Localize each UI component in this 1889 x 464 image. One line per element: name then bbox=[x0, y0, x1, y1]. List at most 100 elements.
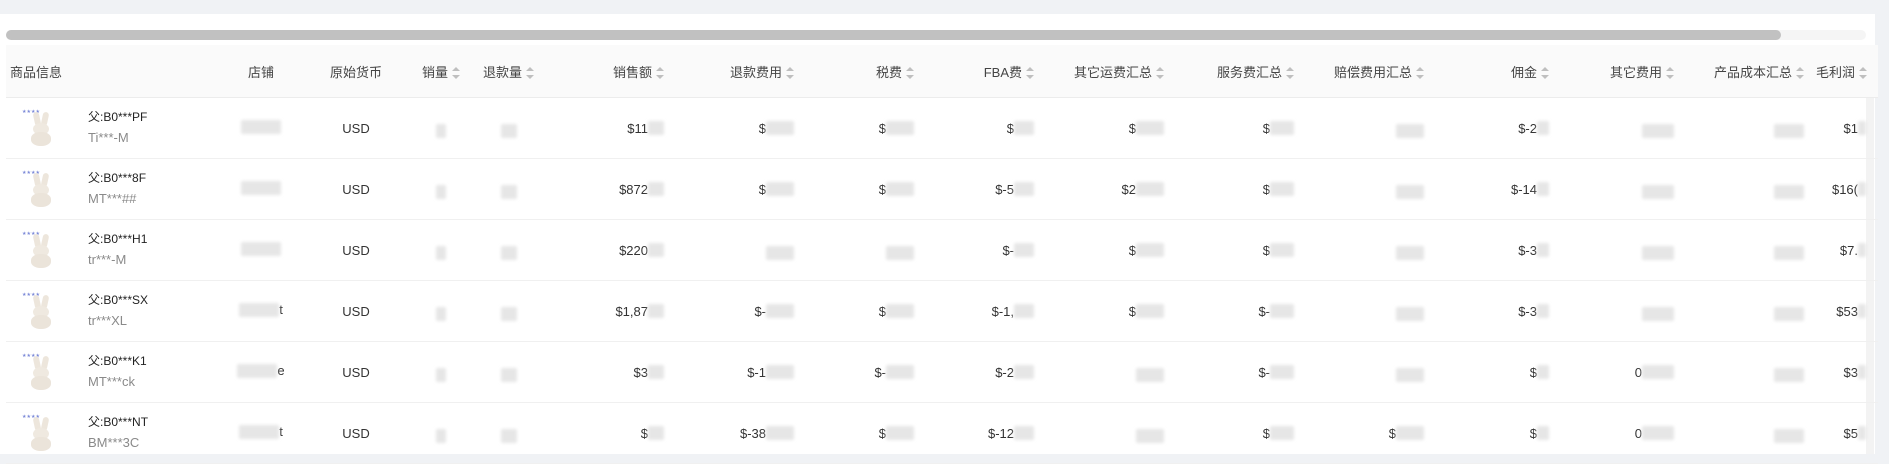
parent-asin[interactable]: 父:B0***SX bbox=[88, 291, 148, 309]
sort-icon[interactable] bbox=[1156, 67, 1164, 80]
cell-other_fee bbox=[1561, 158, 1686, 220]
parent-asin[interactable]: 父:B0***H1 bbox=[88, 230, 147, 248]
sort-icon[interactable] bbox=[452, 67, 460, 80]
masked-value bbox=[1642, 184, 1674, 199]
column-header-label: FBA费 bbox=[983, 64, 1022, 80]
cell-value: $- bbox=[1258, 364, 1270, 380]
cell-value: $-5 bbox=[995, 181, 1014, 197]
table-body: ★★★★ 父:B0***PF Ti***-M USD $11 $ $ $ $ $ $-2 $1 ★★★★… bbox=[6, 97, 1878, 464]
product-info[interactable]: ★★★★ 父:B0***H1 tr***-M bbox=[6, 220, 221, 280]
cell-value: $-2 bbox=[1518, 120, 1537, 136]
cell-value: $-14 bbox=[1510, 181, 1537, 197]
cell-store: e bbox=[221, 341, 301, 403]
column-header-other_fee[interactable]: 其它费用 bbox=[1561, 45, 1686, 98]
product-thumbnail[interactable]: ★★★★ bbox=[22, 109, 60, 147]
masked-value bbox=[1014, 365, 1034, 379]
parent-asin[interactable]: 父:B0***NT bbox=[88, 413, 148, 431]
masked-value bbox=[237, 363, 278, 378]
cell-tax bbox=[806, 219, 926, 281]
sort-icon[interactable] bbox=[906, 67, 914, 80]
column-header-sales[interactable]: 销售额 bbox=[546, 45, 676, 98]
column-header-service[interactable]: 服务费汇总 bbox=[1176, 45, 1306, 98]
masked-value bbox=[766, 304, 794, 318]
sort-icon[interactable] bbox=[526, 67, 534, 80]
column-header-commission[interactable]: 佣金 bbox=[1436, 45, 1561, 98]
sort-icon[interactable] bbox=[1796, 67, 1804, 80]
column-header-profit[interactable]: 毛利润 bbox=[1816, 45, 1878, 98]
parent-asin[interactable]: 父:B0***PF bbox=[88, 108, 147, 126]
table-row[interactable]: ★★★★ 父:B0***NT BM***3C t USD $ $-38 $ $-12 $ $ $0 $5 bbox=[6, 402, 1878, 464]
horizontal-scrollbar[interactable] bbox=[6, 30, 1866, 40]
masked-value bbox=[500, 306, 517, 321]
sort-icon[interactable] bbox=[1416, 67, 1424, 80]
column-header-fba[interactable]: FBA费 bbox=[926, 45, 1046, 98]
cell-tax: $ bbox=[806, 158, 926, 220]
table-row[interactable]: ★★★★ 父:B0***8F MT***## USD $872 $ $ $-5 $2 $ $-14 $… bbox=[6, 158, 1878, 220]
table-row[interactable]: ★★★★ 父:B0***H1 tr***-M USD $220 $- $ $ $-3 $7. bbox=[6, 219, 1878, 281]
masked-value bbox=[241, 180, 281, 195]
masked-value bbox=[436, 428, 446, 443]
cell-value: $ bbox=[758, 120, 766, 136]
product-thumbnail[interactable]: ★★★★ bbox=[22, 414, 60, 452]
cell-value: $ bbox=[1262, 120, 1270, 136]
sort-icon[interactable] bbox=[1666, 67, 1674, 80]
cell-value: $ bbox=[1262, 181, 1270, 197]
table-row[interactable]: ★★★★ 父:B0***PF Ti***-M USD $11 $ $ $ $ $ $-2 $1 bbox=[6, 97, 1878, 159]
column-header-label: 原始货币 bbox=[329, 64, 382, 80]
product-info[interactable]: ★★★★ 父:B0***NT BM***3C bbox=[6, 403, 221, 463]
product-thumbnail[interactable]: ★★★★ bbox=[22, 292, 60, 330]
cell-service: $ bbox=[1176, 402, 1306, 464]
cell-store bbox=[221, 158, 301, 220]
cell-profit: $16( bbox=[1816, 158, 1878, 220]
column-header-label: 退款量 bbox=[482, 64, 522, 80]
horizontal-scrollbar-thumb[interactable] bbox=[6, 30, 1781, 40]
column-header-refund_fee[interactable]: 退款费用 bbox=[676, 45, 806, 98]
cell-profit: $5 bbox=[1816, 402, 1878, 464]
cell-compensation: $ bbox=[1306, 402, 1436, 464]
column-header-refund_qty[interactable]: 退款量 bbox=[471, 45, 546, 98]
parent-asin[interactable]: 父:B0***K1 bbox=[88, 352, 147, 370]
sort-icon[interactable] bbox=[786, 67, 794, 80]
cell-fba: $-12 bbox=[926, 402, 1046, 464]
masked-value bbox=[436, 367, 446, 382]
product-info[interactable]: ★★★★ 父:B0***K1 MT***ck bbox=[6, 342, 221, 402]
cell-value: $-3 bbox=[1518, 303, 1537, 319]
table-row[interactable]: ★★★★ 父:B0***K1 MT***ck e USD $3 $-1 $- $-2 $- $0 $3 bbox=[6, 341, 1878, 403]
column-header-other_ship[interactable]: 其它运费汇总 bbox=[1046, 45, 1176, 98]
column-header-compensation[interactable]: 赔偿费用汇总 bbox=[1306, 45, 1436, 98]
product-info[interactable]: ★★★★ 父:B0***SX tr***XL bbox=[6, 281, 221, 341]
cell-cost bbox=[1686, 280, 1816, 342]
cell-refund_qty bbox=[471, 158, 546, 220]
product-thumbnail[interactable]: ★★★★ bbox=[22, 353, 60, 391]
cell-value: t bbox=[279, 302, 283, 318]
currency-value: USD bbox=[342, 242, 370, 258]
product-info[interactable]: ★★★★ 父:B0***PF Ti***-M bbox=[6, 98, 221, 158]
cell-other_fee bbox=[1561, 97, 1686, 159]
product-thumbnail[interactable]: ★★★★ bbox=[22, 170, 60, 208]
column-header-qty[interactable]: 销量 bbox=[411, 45, 471, 98]
sort-icon[interactable] bbox=[1541, 67, 1549, 80]
cell-compensation bbox=[1306, 341, 1436, 403]
cell-product: ★★★★ 父:B0***SX tr***XL bbox=[6, 280, 221, 342]
column-header-cost[interactable]: 产品成本汇总 bbox=[1686, 45, 1816, 98]
cell-other_fee: 0 bbox=[1561, 341, 1686, 403]
sort-icon[interactable] bbox=[1026, 67, 1034, 80]
cell-value: $3 bbox=[633, 364, 648, 380]
sku: tr***-M bbox=[88, 252, 127, 267]
product-thumbnail[interactable]: ★★★★ bbox=[22, 231, 60, 269]
sort-icon[interactable] bbox=[1859, 67, 1868, 80]
cell-sales: $1,87 bbox=[546, 280, 676, 342]
cell-store: t bbox=[221, 280, 301, 342]
masked-value bbox=[436, 123, 446, 138]
product-info[interactable]: ★★★★ 父:B0***8F MT***## bbox=[6, 159, 221, 219]
sort-icon[interactable] bbox=[1286, 67, 1294, 80]
column-header-label: 其它运费汇总 bbox=[1073, 64, 1152, 80]
parent-asin[interactable]: 父:B0***8F bbox=[88, 169, 146, 187]
cell-value: $ bbox=[1262, 242, 1270, 258]
column-header-tax[interactable]: 税费 bbox=[806, 45, 926, 98]
masked-value bbox=[648, 304, 664, 318]
masked-value bbox=[1014, 243, 1034, 257]
masked-value bbox=[886, 304, 914, 318]
sort-icon[interactable] bbox=[656, 67, 664, 80]
table-row[interactable]: ★★★★ 父:B0***SX tr***XL t USD $1,87 $- $ $-1, $ $- $… bbox=[6, 280, 1878, 342]
